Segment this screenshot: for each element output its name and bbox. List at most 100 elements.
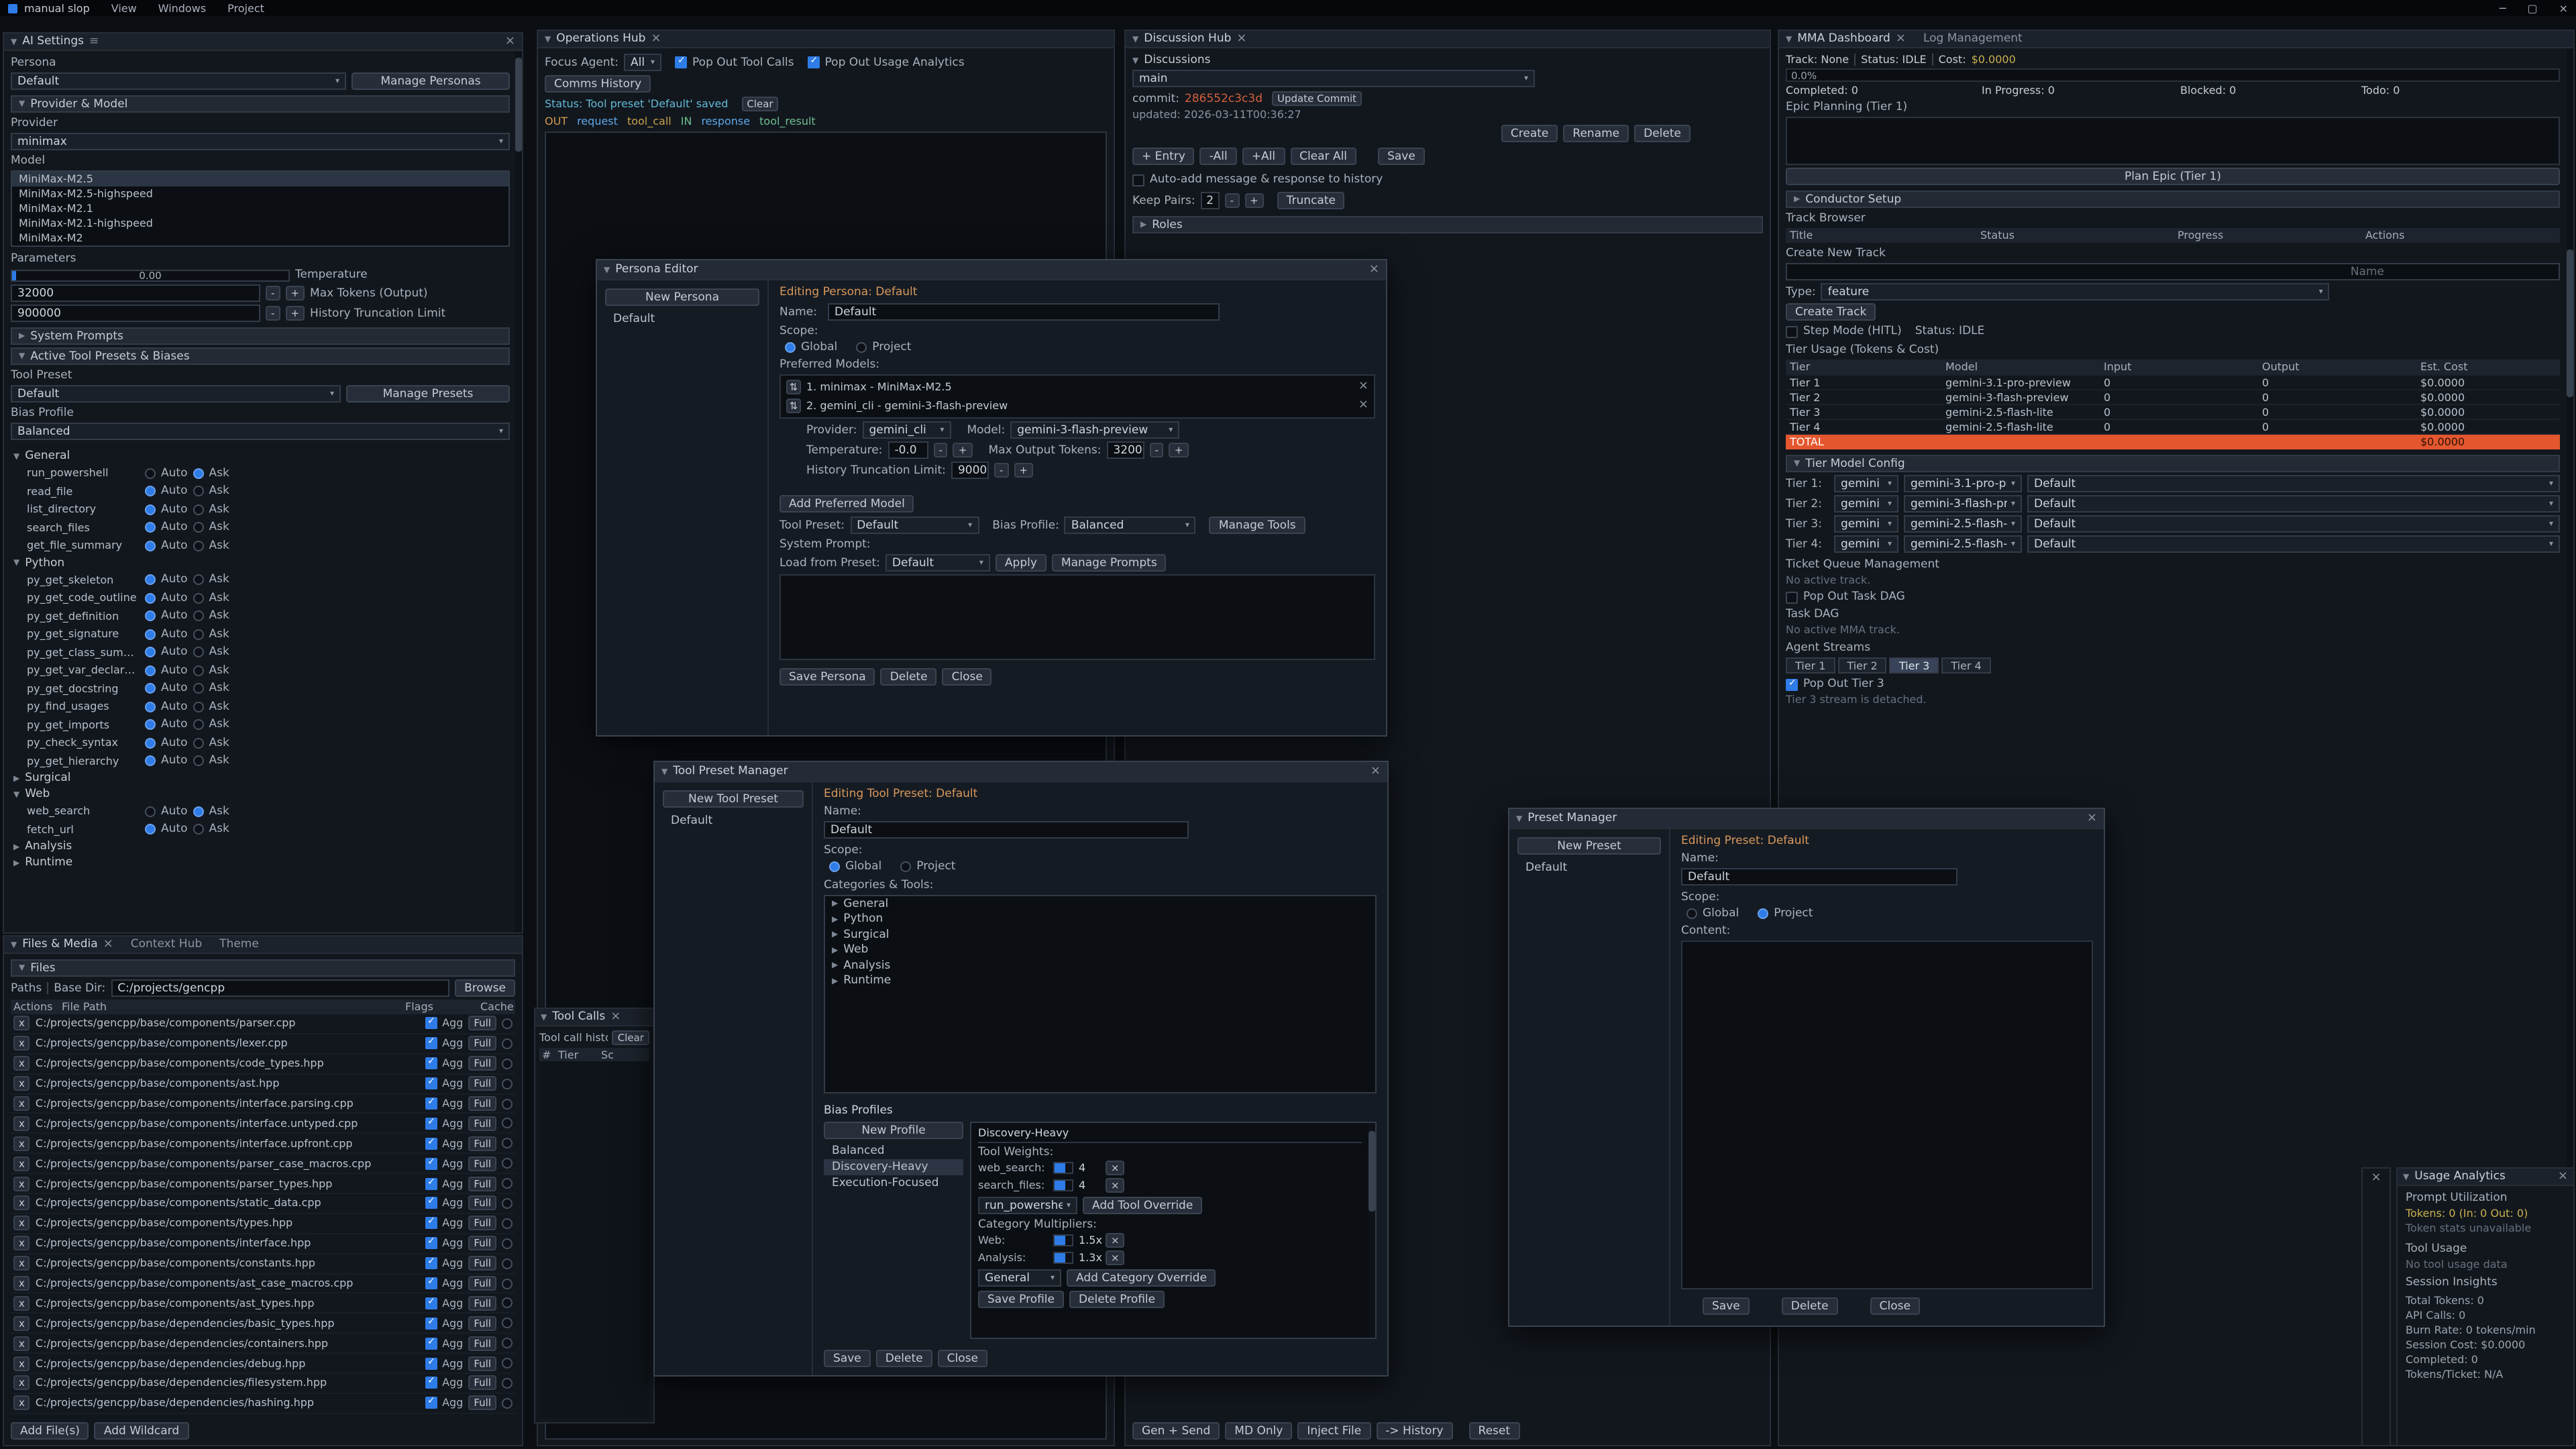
tool-preset-select[interactable]: Default — [11, 385, 341, 402]
add-category-override-button[interactable]: Add Category Override — [1067, 1269, 1216, 1287]
category-override-select[interactable]: General — [978, 1269, 1061, 1287]
new-tool-preset-button[interactable]: New Tool Preset — [663, 790, 804, 808]
track-type-select[interactable]: feature — [1821, 283, 2330, 301]
agg-checkbox[interactable] — [425, 1177, 437, 1189]
collapse-icon[interactable] — [11, 37, 17, 46]
full-button[interactable]: Full — [468, 1276, 496, 1291]
panel-menu-icon[interactable] — [89, 35, 99, 48]
agg-checkbox[interactable] — [425, 1018, 437, 1030]
full-button[interactable]: Full — [468, 1196, 496, 1211]
increment-button[interactable]: + — [285, 286, 305, 301]
keep-pairs-input[interactable]: 2 — [1201, 192, 1220, 209]
agg-checkbox[interactable] — [425, 1057, 437, 1069]
provider-select[interactable]: gemini_cli — [862, 421, 951, 439]
add-wildcard-button[interactable]: Add Wildcard — [95, 1422, 189, 1440]
auto-radio[interactable] — [145, 504, 156, 515]
close-panel-icon[interactable] — [2558, 1171, 2568, 1183]
remove-file-button[interactable]: x — [13, 1276, 30, 1291]
manage-personas-button[interactable]: Manage Personas — [352, 72, 510, 90]
cache-indicator[interactable] — [502, 1318, 513, 1329]
model-select[interactable]: gemini-3-flash-preview — [1010, 421, 1179, 439]
full-button[interactable]: Full — [468, 1116, 496, 1131]
agg-checkbox[interactable] — [425, 1318, 437, 1330]
collapse-icon[interactable] — [1132, 34, 1138, 44]
ask-radio[interactable] — [193, 593, 204, 604]
tier-preset-select[interactable]: Default — [2027, 515, 2560, 533]
remove-file-button[interactable]: x — [13, 1256, 30, 1271]
remove-file-button[interactable]: x — [13, 1396, 30, 1411]
delete-persona-button[interactable]: Delete — [881, 668, 937, 686]
decrement-button[interactable]: - — [266, 286, 280, 301]
save-persona-button[interactable]: Save Persona — [780, 668, 875, 686]
remove-override-button[interactable] — [1106, 1161, 1125, 1175]
category-node-analysis[interactable]: Analysis — [825, 958, 1375, 973]
discussions-section[interactable]: Discussions — [1132, 54, 1763, 67]
full-button[interactable]: Full — [468, 1016, 496, 1031]
tool-group-web[interactable]: Web — [11, 786, 510, 802]
delete-button[interactable]: Delete — [876, 1350, 932, 1367]
history-limit-input[interactable]: 900000 — [11, 305, 260, 322]
pop-out-tool-calls-checkbox[interactable] — [675, 56, 687, 68]
scrollbar[interactable] — [515, 51, 522, 932]
full-button[interactable]: Full — [468, 1396, 496, 1411]
auto-radio[interactable] — [145, 665, 156, 676]
auto-radio[interactable] — [145, 575, 156, 586]
decrement-button[interactable]: - — [933, 443, 947, 458]
ask-radio[interactable] — [193, 824, 204, 835]
profile-list-item[interactable]: Discovery-Heavy — [824, 1159, 963, 1175]
cache-indicator[interactable] — [502, 1258, 513, 1269]
files-section[interactable]: Files — [11, 959, 515, 977]
weight-slider[interactable] — [1053, 1234, 1073, 1246]
cache-indicator[interactable] — [502, 1358, 513, 1368]
agg-checkbox[interactable] — [425, 1197, 437, 1210]
ask-radio[interactable] — [193, 756, 204, 767]
close-tab-icon[interactable] — [610, 1011, 621, 1023]
agg-checkbox[interactable] — [425, 1077, 437, 1089]
cache-indicator[interactable] — [502, 1098, 513, 1109]
auto-radio[interactable] — [145, 756, 156, 767]
tab-context-hub[interactable]: Context Hub — [131, 938, 202, 951]
tool-preset-select[interactable]: Default — [850, 517, 979, 534]
remove-file-button[interactable]: x — [13, 1056, 30, 1071]
remove-file-button[interactable]: x — [13, 1136, 30, 1151]
increment-button[interactable]: + — [953, 443, 973, 458]
profile-list-item[interactable]: Execution-Focused — [824, 1175, 963, 1191]
close-button[interactable]: Close — [943, 668, 992, 686]
track-name-input[interactable]: Name — [1786, 263, 2560, 280]
tool-preset-list-item[interactable]: Default — [663, 813, 804, 829]
category-node-runtime[interactable]: Runtime — [825, 973, 1375, 989]
tool-group-runtime[interactable]: Runtime — [11, 855, 510, 871]
new-preset-button[interactable]: New Preset — [1517, 837, 1661, 855]
max-output-tokens-input[interactable]: 32000 — [1106, 441, 1144, 459]
create-discussion-button[interactable]: Create — [1501, 125, 1558, 142]
cache-indicator[interactable] — [502, 1078, 513, 1089]
md-only-button[interactable]: MD Only — [1225, 1422, 1292, 1440]
close-panel-icon[interactable] — [505, 36, 515, 48]
full-button[interactable]: Full — [468, 1236, 496, 1250]
delete-profile-button[interactable]: Delete Profile — [1069, 1291, 1165, 1308]
increment-button[interactable]: + — [285, 306, 305, 321]
scope-global-radio[interactable] — [1686, 908, 1697, 919]
tab-theme[interactable]: Theme — [219, 938, 259, 951]
history-truncation-input[interactable]: 900000 — [951, 462, 989, 479]
auto-radio[interactable] — [145, 629, 156, 640]
full-button[interactable]: Full — [468, 1176, 496, 1191]
preset-content-textarea[interactable] — [1681, 941, 2093, 1289]
remove-model-icon[interactable] — [1358, 400, 1368, 412]
persona-list-item[interactable]: Default — [605, 311, 759, 327]
delete-button[interactable]: Delete — [1782, 1297, 1838, 1315]
roles-section[interactable]: Roles — [1132, 216, 1763, 233]
tier-model-select[interactable]: gemini-3.1-pro-preview — [1904, 475, 2022, 492]
collapse-icon[interactable] — [545, 34, 551, 44]
remove-override-button[interactable] — [1106, 1250, 1125, 1265]
agg-checkbox[interactable] — [425, 1038, 437, 1050]
tool-group-general[interactable]: General — [11, 448, 510, 464]
scope-global-radio[interactable] — [829, 861, 840, 872]
decrement-button[interactable]: - — [1149, 443, 1163, 458]
rename-discussion-button[interactable]: Rename — [1563, 125, 1629, 142]
close-dialog-icon[interactable] — [1369, 264, 1379, 276]
apply-button[interactable]: Apply — [996, 554, 1046, 572]
preferred-model-item[interactable]: 1. minimax - MiniMax-M2.5 — [784, 378, 1371, 396]
scope-project-radio[interactable] — [900, 861, 911, 872]
save-button[interactable]: Save — [824, 1350, 871, 1367]
